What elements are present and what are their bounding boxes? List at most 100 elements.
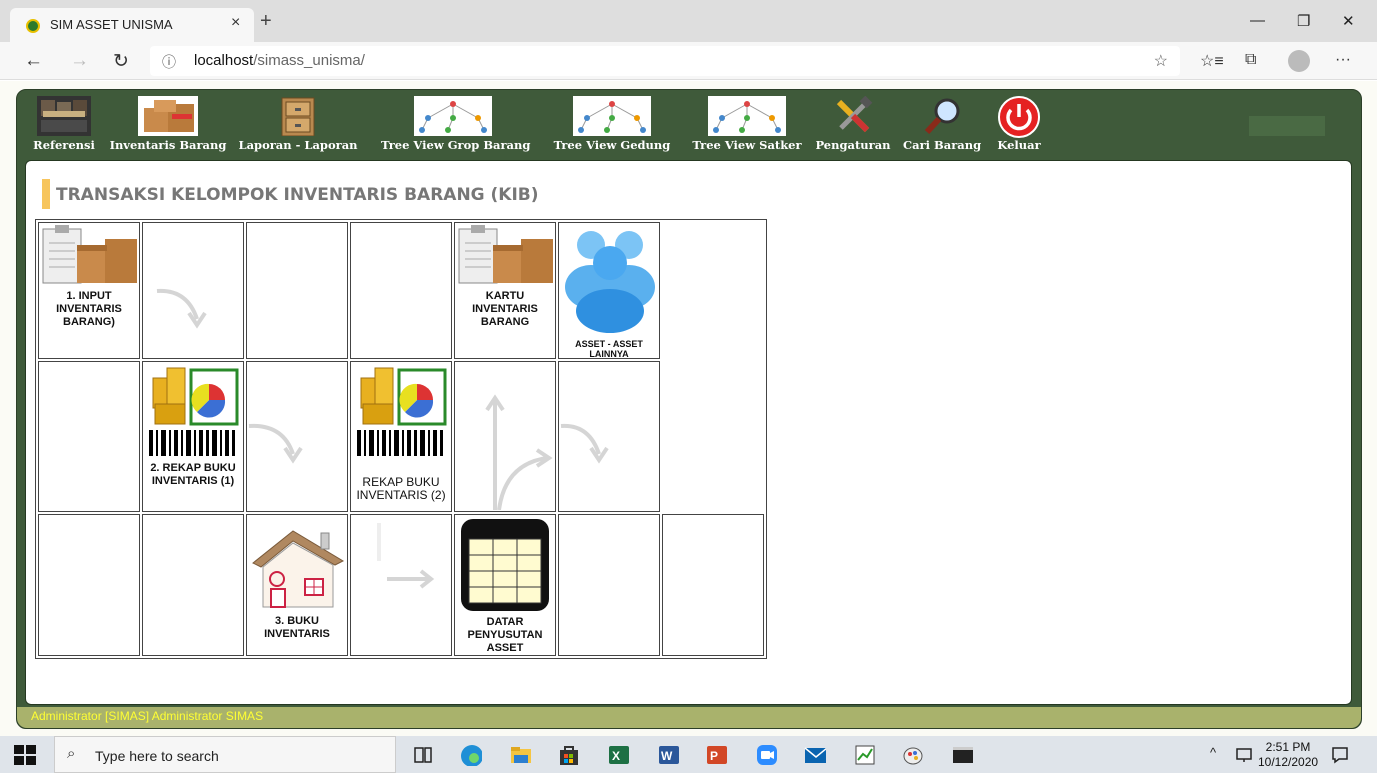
house-icon — [252, 530, 345, 608]
cell-asset-lainnya[interactable]: ASSET - ASSET LAINNYA — [558, 222, 660, 359]
zoom-icon[interactable] — [756, 744, 778, 766]
tools-icon — [836, 95, 873, 133]
cell-empty — [38, 514, 140, 656]
close-window-button[interactable]: ✕ — [1342, 12, 1355, 30]
excel-icon[interactable]: X — [608, 744, 630, 766]
search-icon: ⌕ — [67, 745, 76, 762]
clipboard-boxes-icon — [458, 225, 553, 284]
store-icon[interactable] — [558, 744, 580, 766]
notification-icon[interactable] — [1331, 746, 1349, 764]
cell-label: REKAP BUKU INVENTARIS (2) — [356, 475, 446, 502]
cell-datar-penyusutan[interactable]: DATAR PENYUSUTAN ASSET — [454, 514, 556, 656]
menu-cari-barang[interactable]: Cari Barang — [903, 90, 981, 160]
collections-icon[interactable]: ⧉ — [1245, 51, 1256, 69]
windows-taskbar: ⌕ Type here to search X W P ^ 2:51 PM 10… — [0, 736, 1377, 773]
arrow-curve-icon — [560, 423, 609, 464]
site-favicon-icon — [26, 19, 40, 33]
cell-empty — [662, 514, 764, 656]
clipboard-boxes-icon — [42, 225, 137, 284]
tray-overflow-button[interactable]: ^ — [1210, 745, 1216, 760]
arrow-curve-icon — [248, 423, 303, 464]
forward-button[interactable]: → — [70, 50, 89, 72]
profile-avatar[interactable] — [1288, 50, 1310, 72]
cell-kartu-inventaris[interactable]: KARTU INVENTARIS BARANG — [454, 222, 556, 359]
cell-empty — [350, 222, 452, 359]
terminal-icon[interactable] — [952, 744, 974, 766]
windows-start-icon[interactable] — [14, 745, 36, 765]
cell-empty — [246, 222, 348, 359]
taskbar-search-field[interactable]: ⌕ Type here to search — [54, 736, 396, 773]
menu-label: Tree View Satker — [692, 138, 802, 152]
tab-title: SIM ASSET UNISMA — [50, 17, 173, 32]
menu-label: Referensi — [33, 138, 95, 152]
arrow-split-icon — [485, 394, 553, 510]
power-icon — [998, 96, 1040, 138]
svg-text:X: X — [612, 749, 620, 763]
favorites-icon[interactable]: ☆≡ — [1200, 51, 1224, 71]
powerpoint-icon[interactable]: P — [706, 744, 728, 766]
menu-label: Keluar — [997, 138, 1041, 152]
close-tab-button[interactable]: × — [231, 14, 240, 32]
task-view-icon[interactable] — [412, 744, 434, 766]
menu-tree-view-satker[interactable]: Tree View Satker — [689, 90, 805, 160]
minimize-button[interactable]: — — [1250, 12, 1265, 29]
system-clock[interactable]: 2:51 PM 10/12/2020 — [1258, 740, 1318, 770]
cell-buku-inventaris[interactable]: 3. BUKU INVENTARIS — [246, 514, 348, 656]
new-tab-button[interactable]: + — [260, 10, 272, 33]
inventory-management-icon — [37, 96, 91, 136]
svg-text:P: P — [710, 749, 718, 763]
more-options-button[interactable]: ··· — [1335, 51, 1351, 69]
clock-time: 2:51 PM — [1265, 740, 1311, 754]
web-page: Referensi Inventaris Barang Laporan - La… — [0, 81, 1377, 736]
logged-user-text: Administrator [SIMAS] Administrator SIMA… — [31, 709, 264, 723]
cell-input-inventaris[interactable]: 1. INPUT INVENTARIS BARANG) — [38, 222, 140, 359]
cell-empty — [558, 514, 660, 656]
cell-arrow — [558, 361, 660, 512]
edge-browser-icon[interactable] — [460, 744, 482, 766]
tree-diagram-icon — [573, 96, 651, 136]
arrow-right-icon — [377, 523, 435, 589]
cabinet-icon — [281, 97, 315, 137]
menu-tree-view-grop-barang[interactable]: Tree View Grop Barang — [381, 90, 531, 160]
status-footer: Administrator [SIMAS] Administrator SIMA… — [17, 707, 1361, 728]
svg-text:W: W — [661, 749, 673, 763]
content-panel: TRANSAKSI KELOMPOK INVENTARIS BARANG (KI… — [25, 160, 1352, 705]
cell-rekap-buku-2[interactable]: REKAP BUKU INVENTARIS (2) — [350, 361, 452, 512]
address-field[interactable]: ⓘ localhost/simass_unisma/ ☆ — [150, 46, 1180, 76]
network-icon[interactable] — [1236, 747, 1254, 763]
menu-label: Tree View Grop Barang — [381, 138, 531, 152]
url-path: /simass_unisma/ — [253, 52, 365, 69]
word-icon[interactable]: W — [658, 744, 680, 766]
cell-empty — [38, 361, 140, 512]
menu-pengaturan[interactable]: Pengaturan — [815, 90, 891, 160]
menu-label: Tree View Gedung — [553, 138, 671, 152]
file-explorer-icon[interactable] — [510, 744, 532, 766]
menu-referensi[interactable]: Referensi — [31, 90, 97, 160]
address-toolbar: ← → ↻ ⓘ localhost/simass_unisma/ ☆ ☆≡ ⧉ … — [0, 42, 1377, 80]
browser-tab-strip: SIM ASSET UNISMA × + — ❐ ✕ — [0, 0, 1377, 42]
mail-icon[interactable] — [804, 744, 826, 766]
app-frame: Referensi Inventaris Barang Laporan - La… — [16, 89, 1362, 729]
url-host: localhost — [194, 52, 254, 69]
users-group-icon — [565, 231, 655, 333]
paint-icon[interactable] — [902, 744, 924, 766]
back-button[interactable]: ← — [24, 50, 43, 72]
project-chart-icon[interactable] — [854, 744, 876, 766]
browser-tab[interactable]: SIM ASSET UNISMA × — [10, 8, 254, 42]
menu-inventaris-barang[interactable]: Inventaris Barang — [107, 90, 229, 160]
clock-date: 10/12/2020 — [1258, 755, 1319, 769]
menu-label: Cari Barang — [903, 138, 982, 152]
menu-keluar[interactable]: Keluar — [993, 90, 1045, 160]
menu-laporan[interactable]: Laporan - Laporan — [237, 90, 359, 160]
cell-rekap-buku-1[interactable]: 2. REKAP BUKU INVENTARIS (1) — [142, 361, 244, 512]
magnifier-icon — [924, 98, 960, 135]
cell-empty — [142, 514, 244, 656]
arrow-curve-icon — [156, 288, 207, 329]
site-info-icon[interactable]: ⓘ — [162, 52, 176, 72]
menu-tree-view-gedung[interactable]: Tree View Gedung — [547, 90, 677, 160]
menu-label: Inventaris Barang — [109, 138, 227, 152]
table-icon — [461, 519, 549, 611]
restore-button[interactable]: ❐ — [1297, 12, 1310, 30]
refresh-button[interactable]: ↻ — [113, 50, 129, 73]
favorite-star-icon[interactable]: ☆ — [1154, 51, 1168, 71]
